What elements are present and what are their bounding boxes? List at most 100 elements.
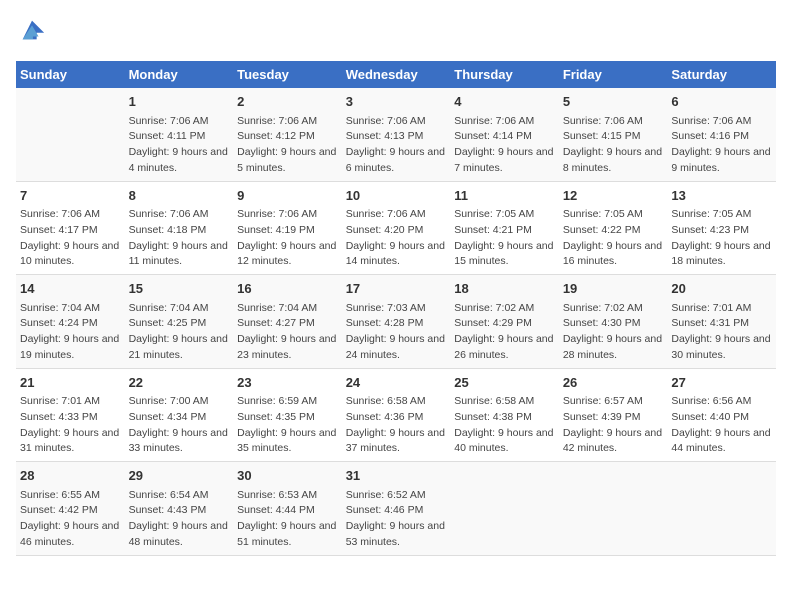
calendar-cell: 30Sunrise: 6:53 AMSunset: 4:44 PMDayligh… xyxy=(233,462,342,556)
day-number: 28 xyxy=(20,466,121,486)
day-number: 3 xyxy=(346,92,447,112)
cell-info: Sunrise: 7:03 AMSunset: 4:28 PMDaylight:… xyxy=(346,301,447,364)
cell-info: Sunrise: 7:06 AMSunset: 4:19 PMDaylight:… xyxy=(237,207,338,270)
calendar-cell: 4Sunrise: 7:06 AMSunset: 4:14 PMDaylight… xyxy=(450,88,559,181)
day-number: 16 xyxy=(237,279,338,299)
week-row-2: 7Sunrise: 7:06 AMSunset: 4:17 PMDaylight… xyxy=(16,181,776,275)
day-number: 12 xyxy=(563,186,664,206)
day-number: 2 xyxy=(237,92,338,112)
calendar-cell: 27Sunrise: 6:56 AMSunset: 4:40 PMDayligh… xyxy=(667,368,776,462)
cell-info: Sunrise: 6:59 AMSunset: 4:35 PMDaylight:… xyxy=(237,394,338,457)
calendar-cell: 10Sunrise: 7:06 AMSunset: 4:20 PMDayligh… xyxy=(342,181,451,275)
day-number: 11 xyxy=(454,186,555,206)
cell-info: Sunrise: 6:54 AMSunset: 4:43 PMDaylight:… xyxy=(129,488,230,551)
day-number: 30 xyxy=(237,466,338,486)
cell-info: Sunrise: 6:52 AMSunset: 4:46 PMDaylight:… xyxy=(346,488,447,551)
calendar-cell: 1Sunrise: 7:06 AMSunset: 4:11 PMDaylight… xyxy=(125,88,234,181)
cell-info: Sunrise: 7:06 AMSunset: 4:17 PMDaylight:… xyxy=(20,207,121,270)
calendar-cell xyxy=(450,462,559,556)
day-number: 8 xyxy=(129,186,230,206)
calendar-cell xyxy=(667,462,776,556)
col-header-tuesday: Tuesday xyxy=(233,61,342,88)
calendar-cell: 22Sunrise: 7:00 AMSunset: 4:34 PMDayligh… xyxy=(125,368,234,462)
day-number: 22 xyxy=(129,373,230,393)
cell-info: Sunrise: 7:06 AMSunset: 4:16 PMDaylight:… xyxy=(671,114,772,177)
calendar-cell: 20Sunrise: 7:01 AMSunset: 4:31 PMDayligh… xyxy=(667,275,776,369)
calendar-cell: 31Sunrise: 6:52 AMSunset: 4:46 PMDayligh… xyxy=(342,462,451,556)
calendar-cell: 13Sunrise: 7:05 AMSunset: 4:23 PMDayligh… xyxy=(667,181,776,275)
day-number: 13 xyxy=(671,186,772,206)
day-number: 19 xyxy=(563,279,664,299)
calendar-cell: 25Sunrise: 6:58 AMSunset: 4:38 PMDayligh… xyxy=(450,368,559,462)
cell-info: Sunrise: 7:06 AMSunset: 4:12 PMDaylight:… xyxy=(237,114,338,177)
cell-info: Sunrise: 7:06 AMSunset: 4:18 PMDaylight:… xyxy=(129,207,230,270)
calendar-cell xyxy=(16,88,125,181)
day-number: 5 xyxy=(563,92,664,112)
day-number: 14 xyxy=(20,279,121,299)
col-header-wednesday: Wednesday xyxy=(342,61,451,88)
day-number: 29 xyxy=(129,466,230,486)
cell-info: Sunrise: 6:57 AMSunset: 4:39 PMDaylight:… xyxy=(563,394,664,457)
cell-info: Sunrise: 7:04 AMSunset: 4:24 PMDaylight:… xyxy=(20,301,121,364)
cell-info: Sunrise: 6:58 AMSunset: 4:36 PMDaylight:… xyxy=(346,394,447,457)
cell-info: Sunrise: 6:58 AMSunset: 4:38 PMDaylight:… xyxy=(454,394,555,457)
calendar-cell: 9Sunrise: 7:06 AMSunset: 4:19 PMDaylight… xyxy=(233,181,342,275)
calendar-cell: 7Sunrise: 7:06 AMSunset: 4:17 PMDaylight… xyxy=(16,181,125,275)
calendar-cell: 14Sunrise: 7:04 AMSunset: 4:24 PMDayligh… xyxy=(16,275,125,369)
cell-info: Sunrise: 6:53 AMSunset: 4:44 PMDaylight:… xyxy=(237,488,338,551)
calendar-cell: 3Sunrise: 7:06 AMSunset: 4:13 PMDaylight… xyxy=(342,88,451,181)
cell-info: Sunrise: 7:06 AMSunset: 4:14 PMDaylight:… xyxy=(454,114,555,177)
week-row-5: 28Sunrise: 6:55 AMSunset: 4:42 PMDayligh… xyxy=(16,462,776,556)
day-number: 10 xyxy=(346,186,447,206)
cell-info: Sunrise: 6:56 AMSunset: 4:40 PMDaylight:… xyxy=(671,394,772,457)
calendar-cell xyxy=(559,462,668,556)
day-number: 23 xyxy=(237,373,338,393)
cell-info: Sunrise: 7:02 AMSunset: 4:29 PMDaylight:… xyxy=(454,301,555,364)
calendar-cell: 28Sunrise: 6:55 AMSunset: 4:42 PMDayligh… xyxy=(16,462,125,556)
calendar-table: SundayMondayTuesdayWednesdayThursdayFrid… xyxy=(16,61,776,556)
week-row-3: 14Sunrise: 7:04 AMSunset: 4:24 PMDayligh… xyxy=(16,275,776,369)
calendar-cell: 23Sunrise: 6:59 AMSunset: 4:35 PMDayligh… xyxy=(233,368,342,462)
col-header-thursday: Thursday xyxy=(450,61,559,88)
calendar-cell: 11Sunrise: 7:05 AMSunset: 4:21 PMDayligh… xyxy=(450,181,559,275)
cell-info: Sunrise: 7:06 AMSunset: 4:15 PMDaylight:… xyxy=(563,114,664,177)
calendar-cell: 2Sunrise: 7:06 AMSunset: 4:12 PMDaylight… xyxy=(233,88,342,181)
cell-info: Sunrise: 7:02 AMSunset: 4:30 PMDaylight:… xyxy=(563,301,664,364)
calendar-cell: 17Sunrise: 7:03 AMSunset: 4:28 PMDayligh… xyxy=(342,275,451,369)
cell-info: Sunrise: 7:04 AMSunset: 4:25 PMDaylight:… xyxy=(129,301,230,364)
calendar-cell: 15Sunrise: 7:04 AMSunset: 4:25 PMDayligh… xyxy=(125,275,234,369)
calendar-cell: 21Sunrise: 7:01 AMSunset: 4:33 PMDayligh… xyxy=(16,368,125,462)
calendar-cell: 8Sunrise: 7:06 AMSunset: 4:18 PMDaylight… xyxy=(125,181,234,275)
day-number: 31 xyxy=(346,466,447,486)
day-number: 27 xyxy=(671,373,772,393)
calendar-cell: 16Sunrise: 7:04 AMSunset: 4:27 PMDayligh… xyxy=(233,275,342,369)
day-number: 4 xyxy=(454,92,555,112)
day-number: 9 xyxy=(237,186,338,206)
calendar-cell: 5Sunrise: 7:06 AMSunset: 4:15 PMDaylight… xyxy=(559,88,668,181)
logo-text xyxy=(16,16,46,49)
page-header xyxy=(16,16,776,49)
cell-info: Sunrise: 7:05 AMSunset: 4:21 PMDaylight:… xyxy=(454,207,555,270)
day-number: 17 xyxy=(346,279,447,299)
day-number: 18 xyxy=(454,279,555,299)
calendar-cell: 12Sunrise: 7:05 AMSunset: 4:22 PMDayligh… xyxy=(559,181,668,275)
col-header-friday: Friday xyxy=(559,61,668,88)
day-number: 21 xyxy=(20,373,121,393)
calendar-cell: 24Sunrise: 6:58 AMSunset: 4:36 PMDayligh… xyxy=(342,368,451,462)
day-number: 20 xyxy=(671,279,772,299)
col-header-sunday: Sunday xyxy=(16,61,125,88)
day-number: 15 xyxy=(129,279,230,299)
cell-info: Sunrise: 7:01 AMSunset: 4:31 PMDaylight:… xyxy=(671,301,772,364)
calendar-cell: 19Sunrise: 7:02 AMSunset: 4:30 PMDayligh… xyxy=(559,275,668,369)
week-row-1: 1Sunrise: 7:06 AMSunset: 4:11 PMDaylight… xyxy=(16,88,776,181)
day-number: 26 xyxy=(563,373,664,393)
calendar-cell: 18Sunrise: 7:02 AMSunset: 4:29 PMDayligh… xyxy=(450,275,559,369)
day-number: 24 xyxy=(346,373,447,393)
week-row-4: 21Sunrise: 7:01 AMSunset: 4:33 PMDayligh… xyxy=(16,368,776,462)
day-number: 25 xyxy=(454,373,555,393)
logo-icon xyxy=(18,16,46,44)
day-number: 7 xyxy=(20,186,121,206)
cell-info: Sunrise: 7:01 AMSunset: 4:33 PMDaylight:… xyxy=(20,394,121,457)
cell-info: Sunrise: 7:06 AMSunset: 4:11 PMDaylight:… xyxy=(129,114,230,177)
column-header-row: SundayMondayTuesdayWednesdayThursdayFrid… xyxy=(16,61,776,88)
